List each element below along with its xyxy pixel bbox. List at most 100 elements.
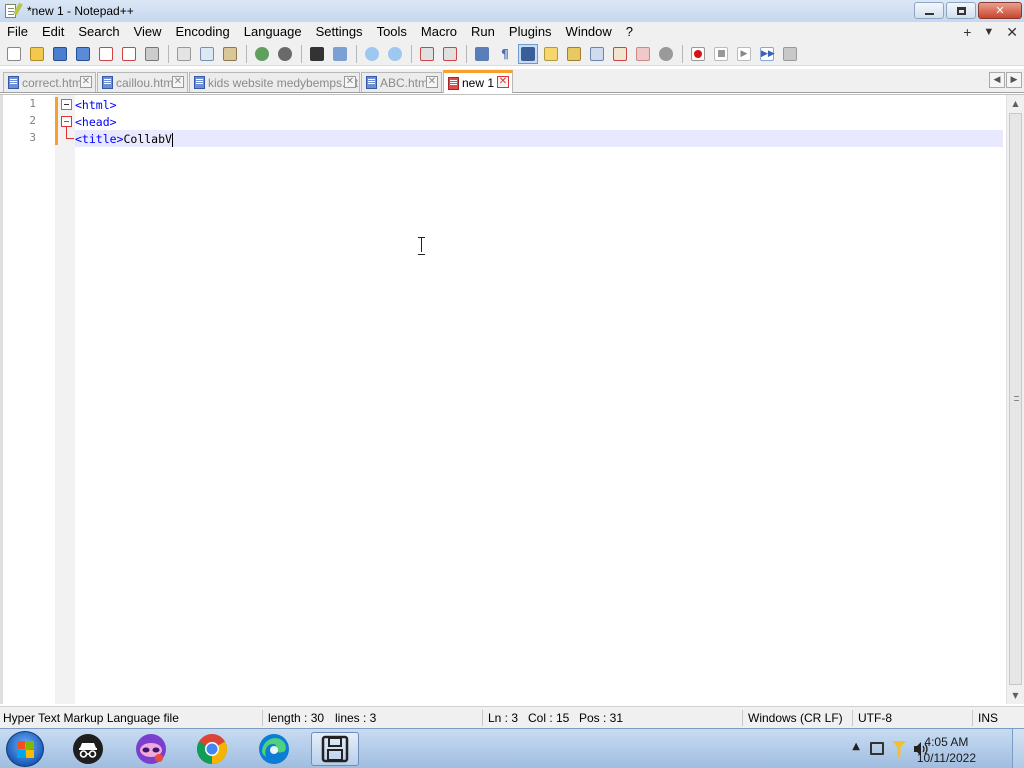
close-file-button[interactable] xyxy=(96,44,116,64)
scroll-up-icon[interactable]: ▲ xyxy=(1007,95,1024,112)
printer-icon xyxy=(145,46,159,61)
menu-file[interactable]: File xyxy=(0,22,35,42)
menu-language[interactable]: Language xyxy=(237,22,309,42)
menu-run[interactable]: Run xyxy=(464,22,502,42)
show-all-chars-button[interactable]: ¶ xyxy=(495,44,515,64)
tab-close-icon[interactable]: ✕ xyxy=(80,76,92,88)
redo-button[interactable] xyxy=(275,44,295,64)
code-line-1[interactable]: <html> xyxy=(75,97,117,114)
tab-close-icon[interactable]: ✕ xyxy=(172,76,184,88)
action-center-flag-icon[interactable] xyxy=(892,741,906,757)
menu-settings[interactable]: Settings xyxy=(309,22,370,42)
cut-button[interactable] xyxy=(174,44,194,64)
new-file-icon xyxy=(7,46,21,61)
show-desktop-button[interactable] xyxy=(1012,729,1024,768)
doc-list-button[interactable] xyxy=(587,44,607,64)
taskbar-chrome[interactable] xyxy=(188,732,236,766)
tab-kids-website[interactable]: kids website medybemps.txt ✕ xyxy=(189,72,360,92)
word-wrap-button[interactable] xyxy=(472,44,492,64)
tab-list-dropdown-icon[interactable]: ▼ xyxy=(983,26,994,38)
html-tag: <title> xyxy=(75,132,124,146)
sync-horizontal-button[interactable] xyxy=(440,44,460,64)
taskbar-incognito-app[interactable] xyxy=(64,732,112,766)
tab-close-icon[interactable]: ✕ xyxy=(497,76,509,88)
menu-help[interactable]: ? xyxy=(619,22,640,42)
start-button[interactable] xyxy=(6,731,44,767)
find-button[interactable] xyxy=(307,44,327,64)
code-line-2[interactable]: <head> xyxy=(75,114,117,131)
taskbar-notepadpp[interactable] xyxy=(311,732,359,766)
tab-scroll-right-icon[interactable]: ▶ xyxy=(1006,72,1022,88)
add-tab-icon[interactable]: + xyxy=(963,24,971,40)
save-button[interactable] xyxy=(50,44,70,64)
menu-tools[interactable]: Tools xyxy=(370,22,414,42)
notepadpp-icon[interactable] xyxy=(3,2,23,19)
tab-caillou-html[interactable]: caillou.html ✕ xyxy=(97,72,188,92)
fast-forward-icon: ▶▶ xyxy=(760,46,775,61)
fold-toggle-icon[interactable] xyxy=(61,116,72,127)
close-document-icon[interactable]: ✕ xyxy=(1006,24,1018,41)
scrollbar-thumb[interactable] xyxy=(1009,113,1022,685)
macro-record-button[interactable] xyxy=(688,44,708,64)
editor-area[interactable]: 1 2 3 <html> <head> <title>CollabV ▲ ▼ xyxy=(0,94,1024,704)
tab-correct-html[interactable]: correct.html ✕ xyxy=(3,72,96,92)
status-eol[interactable]: Windows (CR LF) xyxy=(748,707,843,729)
code-line-3[interactable]: <title>CollabV xyxy=(75,131,173,148)
menu-view[interactable]: View xyxy=(127,22,169,42)
new-file-button[interactable] xyxy=(4,44,24,64)
monitoring-button[interactable] xyxy=(656,44,676,64)
change-history-marker xyxy=(55,97,58,145)
status-file-type: Hyper Text Markup Language file xyxy=(3,711,179,725)
macro-play-button[interactable]: ▶ xyxy=(734,44,754,64)
show-hidden-icons-icon[interactable]: ▲ xyxy=(852,741,860,752)
indent-guide-button[interactable] xyxy=(518,43,538,64)
doc-map-button[interactable] xyxy=(564,44,584,64)
undo-button[interactable] xyxy=(252,44,272,64)
function-list-button[interactable] xyxy=(610,44,630,64)
line-number: 1 xyxy=(29,97,36,110)
scroll-down-icon[interactable]: ▼ xyxy=(1007,687,1024,704)
macro-run-multiple-button[interactable]: ▶▶ xyxy=(757,44,777,64)
tab-close-icon[interactable]: ✕ xyxy=(426,76,438,88)
replace-button[interactable] xyxy=(330,44,350,64)
taskbar-mask-app[interactable] xyxy=(127,732,175,766)
file-icon xyxy=(102,76,113,89)
close-button[interactable]: ✕ xyxy=(978,2,1022,19)
menu-search[interactable]: Search xyxy=(71,22,126,42)
macro-stop-button[interactable] xyxy=(711,44,731,64)
copy-button[interactable] xyxy=(197,44,217,64)
menu-macro[interactable]: Macro xyxy=(414,22,464,42)
fold-toggle-icon[interactable] xyxy=(61,99,72,110)
udl-button[interactable] xyxy=(541,44,561,64)
status-insert-mode[interactable]: INS xyxy=(978,707,998,729)
toolbar: ¶ ▶ ▶▶ xyxy=(0,42,1024,66)
menu-encoding[interactable]: Encoding xyxy=(169,22,237,42)
tab-close-icon[interactable]: ✕ xyxy=(344,76,356,88)
print-button[interactable] xyxy=(142,44,162,64)
restore-button[interactable] xyxy=(946,2,976,19)
fold-margin[interactable] xyxy=(55,95,75,704)
tab-scroll-left-icon[interactable]: ◀ xyxy=(989,72,1005,88)
close-all-button[interactable] xyxy=(119,44,139,64)
replace-icon xyxy=(333,46,347,61)
zoom-out-button[interactable] xyxy=(385,44,405,64)
tab-abc-html[interactable]: ABC.html ✕ xyxy=(361,72,442,92)
tab-new-1[interactable]: new 1 ✕ xyxy=(443,70,513,93)
paste-button[interactable] xyxy=(220,44,240,64)
menu-edit[interactable]: Edit xyxy=(35,22,71,42)
clock[interactable]: 4:05 AM 10/11/2022 xyxy=(917,734,976,766)
minimize-button[interactable] xyxy=(914,2,944,19)
folder-workspace-button[interactable] xyxy=(633,44,653,64)
zoom-in-button[interactable] xyxy=(362,44,382,64)
menu-plugins[interactable]: Plugins xyxy=(502,22,559,42)
menu-window[interactable]: Window xyxy=(559,22,619,42)
user-language-icon xyxy=(544,46,558,61)
sync-vertical-button[interactable] xyxy=(417,44,437,64)
save-all-button[interactable] xyxy=(73,44,93,64)
network-icon[interactable] xyxy=(870,742,884,755)
vertical-scrollbar[interactable]: ▲ ▼ xyxy=(1006,95,1024,704)
taskbar-edge[interactable] xyxy=(250,732,298,766)
open-file-button[interactable] xyxy=(27,44,47,64)
status-encoding[interactable]: UTF-8 xyxy=(858,707,892,729)
macro-save-button[interactable] xyxy=(780,44,800,64)
